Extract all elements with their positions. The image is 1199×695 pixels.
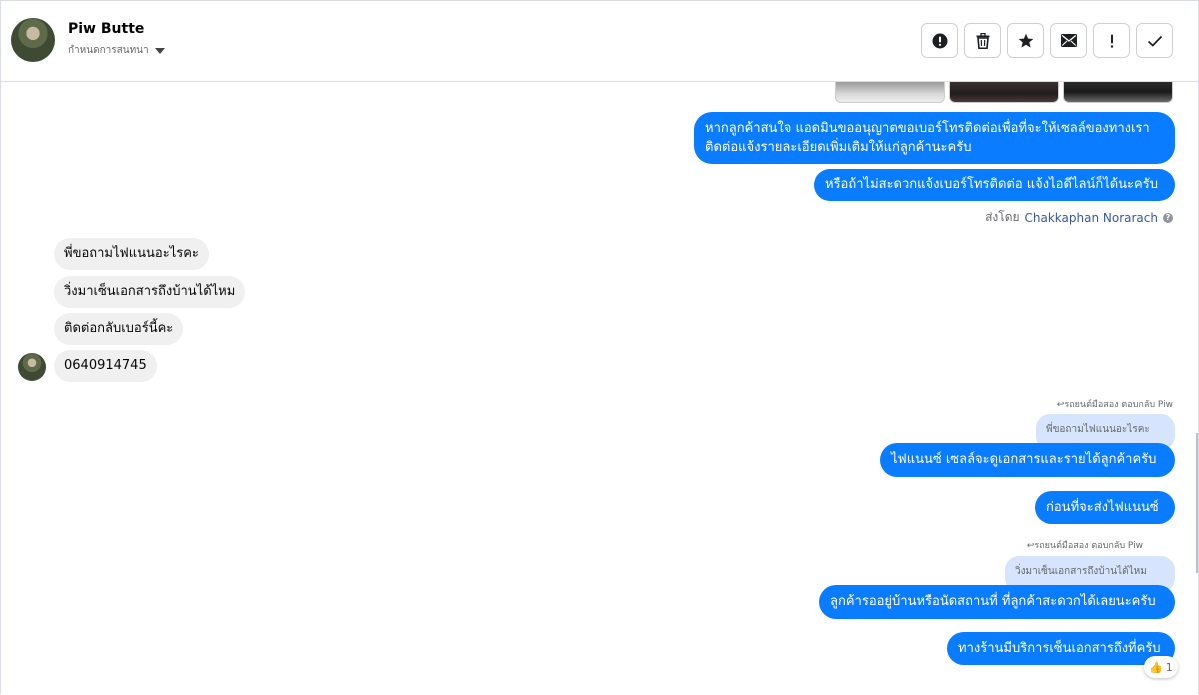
reaction-badge[interactable]: 👍 1 [1144,656,1178,678]
conversation-header: Piw Butte กำหนดการสนทนา [1,1,1198,82]
help-icon[interactable]: ? [1163,212,1173,223]
outgoing-message[interactable]: หรือถ้าไม่สะดวกแจ้งเบอร์โทรติดต่อ แจ้งไอ… [814,169,1175,201]
reply-label: ↩รถยนต์มือสอง ตอบกลับ Piw [1056,400,1173,410]
assign-conversation-dropdown[interactable]: กำหนดการสนทนา [68,43,165,58]
thumbs-up-icon: 👍 [1149,660,1163,674]
outgoing-message[interactable]: หากลูกค้าสนใจ แอดมินขออนุญาตขอเบอร์โทรติ… [694,112,1175,164]
check-icon [1147,35,1163,47]
exclamation-icon [1109,33,1115,49]
outgoing-message[interactable]: ก่อนที่จะส่งไฟแนนซ์ [1035,491,1175,524]
mark-unread-button[interactable] [1050,23,1087,58]
incoming-message[interactable]: ติดต่อกลับเบอร์นี้คะ [54,313,184,345]
attached-photo[interactable] [835,82,945,103]
incoming-message[interactable]: วิ่งมาเซ็นเอกสารถึงบ้านได้ไหม [54,276,246,308]
inbox-conversation-panel: Piw Butte กำหนดการสนทนา หากลูกค้าสนใจ แอ… [0,0,1199,694]
alert-circle-icon [932,33,948,49]
envelope-icon [1060,34,1077,47]
assign-conversation-label: กำหนดการสนทนา [68,45,149,56]
outgoing-message[interactable]: ทางร้านมีบริการเซ็นเอกสารถึงที่ครับ [947,632,1175,665]
star-icon [1018,33,1034,49]
attached-photo[interactable] [1063,82,1173,103]
sent-by-name[interactable]: Chakkaphan Norarach [1025,211,1158,225]
incoming-message[interactable]: พี่ขอถามไฟแนนอะไรคะ [54,238,209,270]
sent-by-info: ส่งโดย Chakkaphan Norarach ? [985,208,1173,227]
follow-up-button[interactable] [1093,23,1130,58]
outgoing-message[interactable]: ลูกค้ารออยู่บ้านหรือนัดสถานที่ ที่ลูกค้า… [819,585,1175,619]
outgoing-message[interactable]: ไฟแนนซ์ เซลล์จะดูเอกสารและรายได้ลูกค้าคร… [880,443,1175,477]
message-text-line: ติดต่อแจ้งรายละเอียดเพิ่มเติมให้แก่ลูกค้… [705,140,972,155]
star-button[interactable] [1007,23,1044,58]
reply-label: ↩รถยนต์มือสอง ตอบกลับ Piw [1026,541,1143,551]
contact-name[interactable]: Piw Butte [68,21,144,37]
contact-avatar[interactable] [11,18,55,62]
message-text-line: หากลูกค้าสนใจ แอดมินขออนุญาตขอเบอร์โทรติ… [705,121,1150,136]
contact-avatar-small [18,353,46,381]
scrollbar[interactable] [1196,433,1198,573]
attached-photo[interactable] [949,82,1059,103]
caret-down-icon [154,48,165,54]
reaction-count: 1 [1165,660,1173,674]
incoming-message[interactable]: 0640914745 [54,350,157,382]
spam-button[interactable] [921,23,958,58]
mark-done-button[interactable] [1136,23,1173,58]
sent-by-prefix: ส่งโดย [985,210,1020,224]
trash-icon [976,32,990,49]
delete-button[interactable] [964,23,1001,58]
